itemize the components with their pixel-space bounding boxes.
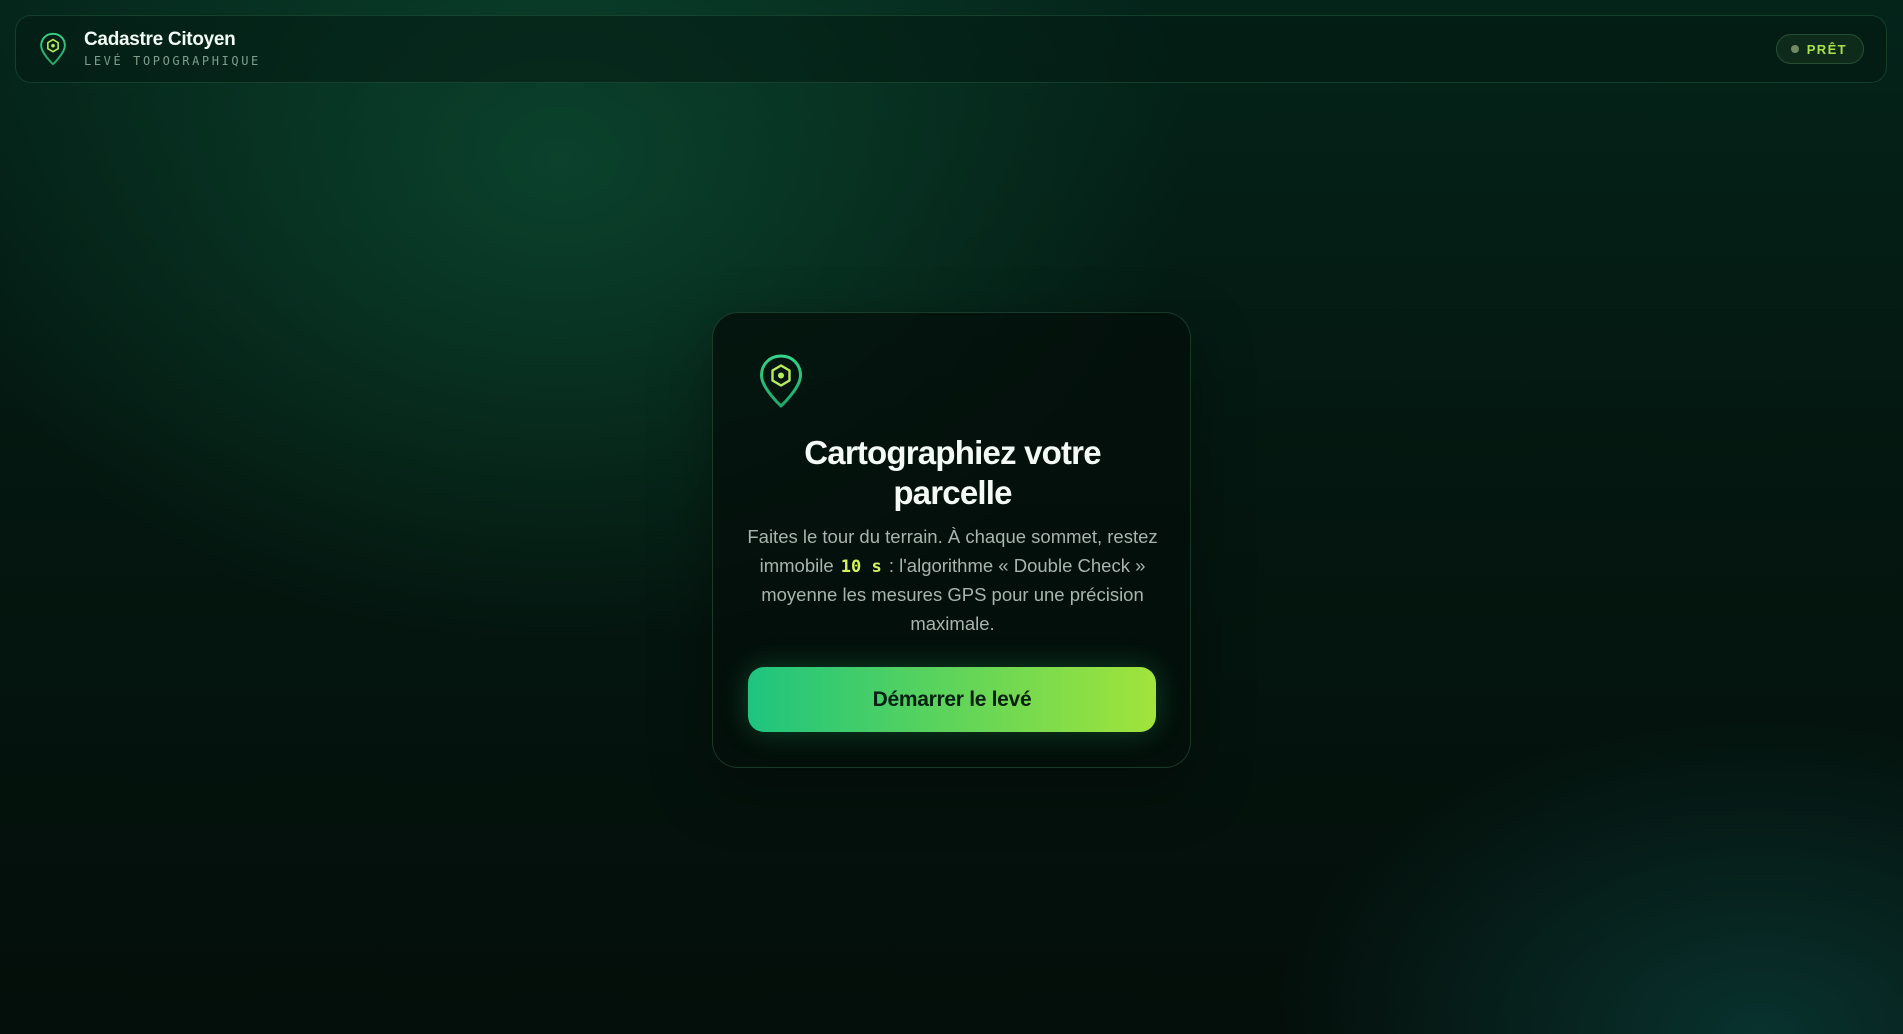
brand: Cadastre Citoyen LEVÉ TOPOGRAPHIQUE [84,29,261,69]
status-dot-icon [1790,45,1799,53]
start-survey-card: Cartographiez votre parcelle Faites le t… [712,312,1191,768]
status-badge: PRÊT [1775,34,1864,64]
duration-highlight: 10 s [840,556,882,577]
status-label: PRÊT [1806,41,1847,57]
brand-name: Cadastre Citoyen [84,29,236,50]
card-title: Cartographiez votre parcelle [804,434,1101,511]
map-pin-hexagon-icon [758,353,804,409]
top-bar: Cadastre Citoyen LEVÉ TOPOGRAPHIQUE PRÊT [15,15,1887,83]
map-pin-hexagon-icon [38,31,68,67]
start-survey-button[interactable]: Démarrer le levé [748,667,1156,732]
card-description: Faites le tour du terrain. À chaque somm… [743,523,1162,638]
brand-subtitle: LEVÉ TOPOGRAPHIQUE [84,54,261,68]
